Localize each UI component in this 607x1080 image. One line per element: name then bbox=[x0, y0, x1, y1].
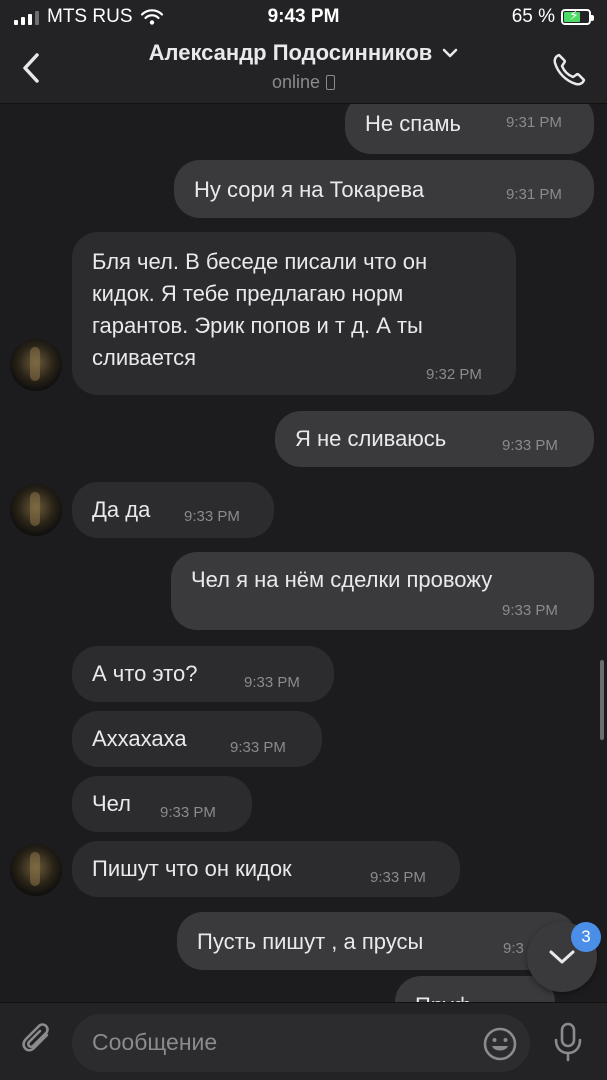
message-bubble[interactable]: А что это? 9:33 PM bbox=[72, 646, 334, 702]
message-text: Ну сори я на Токарева bbox=[194, 177, 425, 202]
message-bubble[interactable]: Ну сори я на Токарева 9:31 PM bbox=[174, 160, 594, 218]
phone-icon bbox=[553, 53, 586, 86]
message-list[interactable]: Не спамь 9:31 PM Ну сори я на Токарева 9… bbox=[0, 104, 607, 1002]
message-bubble[interactable]: Чел я на нём сделки провожу 9:33 PM bbox=[171, 552, 594, 630]
status-bar: MTS RUS 9:43 PM 65 % ⚡ bbox=[0, 0, 607, 34]
message-text: Я не сливаюсь bbox=[295, 426, 447, 451]
call-button[interactable] bbox=[549, 50, 589, 90]
attach-button[interactable] bbox=[18, 1021, 58, 1061]
message-time: 9:33 PM bbox=[160, 804, 216, 821]
message-time: 9:33 PM bbox=[230, 739, 286, 756]
chevron-down-icon bbox=[549, 950, 575, 964]
message-input-field[interactable] bbox=[72, 1014, 530, 1072]
message-time: 9:33 PM bbox=[244, 674, 300, 691]
message-time: 9:31 PM bbox=[506, 186, 562, 203]
composer-bar bbox=[0, 1002, 607, 1080]
message-bubble[interactable]: Аххахаха 9:33 PM bbox=[72, 711, 322, 767]
scrollbar[interactable] bbox=[600, 660, 604, 740]
back-button[interactable] bbox=[14, 48, 48, 88]
message-bubble[interactable]: Я не сливаюсь 9:33 PM bbox=[275, 411, 594, 467]
chat-screen: MTS RUS 9:43 PM 65 % ⚡ Александр Подосин bbox=[0, 0, 607, 1080]
message-time: 9:31 PM bbox=[506, 114, 562, 131]
emoji-button[interactable] bbox=[482, 1026, 518, 1062]
online-status: online bbox=[271, 72, 321, 92]
chat-header: Александр Подосинников online bbox=[0, 34, 607, 104]
message-text: Бля чел. В беседе писали что он кидок. Я… bbox=[92, 249, 428, 370]
avatar[interactable] bbox=[10, 339, 62, 391]
smiley-icon bbox=[483, 1027, 517, 1061]
message-time: 9:33 PM bbox=[502, 602, 558, 619]
message-text: Да да bbox=[92, 497, 151, 522]
unread-count-badge: 3 bbox=[571, 922, 601, 952]
microphone-icon bbox=[554, 1022, 582, 1062]
charging-bolt-icon: ⚡ bbox=[569, 7, 579, 23]
message-bubble[interactable]: Пруф bbox=[395, 976, 555, 1002]
message-bubble[interactable]: Не спамь 9:31 PM bbox=[345, 104, 594, 154]
chat-title[interactable]: Александр Подосинников online bbox=[60, 40, 547, 93]
voice-message-button[interactable] bbox=[548, 1021, 588, 1063]
battery-icon: ⚡ bbox=[561, 7, 594, 25]
mobile-device-icon bbox=[326, 75, 336, 90]
message-text: Пишут что он кидок bbox=[92, 856, 292, 881]
message-time: 9:32 PM bbox=[426, 366, 482, 383]
message-text: Пусть пишут , а прусы bbox=[197, 929, 424, 954]
chevron-down-icon bbox=[443, 48, 458, 58]
message-text: Чел я на нём сделки провожу bbox=[191, 567, 493, 592]
paperclip-icon bbox=[22, 1023, 49, 1052]
message-bubble[interactable]: Пусть пишут , а прусы 9:3 bbox=[177, 912, 577, 970]
message-text: Пруф bbox=[415, 990, 472, 1002]
message-bubble[interactable]: Чел 9:33 PM bbox=[72, 776, 252, 832]
message-bubble[interactable]: Пишут что он кидок 9:33 PM bbox=[72, 841, 460, 897]
contact-name: Александр Подосинников bbox=[148, 40, 433, 65]
message-time: 9:33 PM bbox=[502, 437, 558, 454]
message-text: А что это? bbox=[92, 661, 198, 686]
avatar[interactable] bbox=[10, 484, 62, 536]
message-text: Не спамь bbox=[365, 111, 461, 136]
chevron-left-icon bbox=[23, 53, 39, 83]
avatar[interactable] bbox=[10, 844, 62, 896]
battery-percent: 65 % bbox=[511, 6, 555, 27]
message-time: 9:33 PM bbox=[370, 869, 426, 886]
message-time: 9:3 bbox=[503, 940, 524, 957]
message-text: Чел bbox=[92, 791, 132, 816]
message-input[interactable] bbox=[92, 1022, 472, 1062]
message-time: 9:33 PM bbox=[184, 508, 240, 525]
message-bubble[interactable]: Бля чел. В беседе писали что он кидок. Я… bbox=[72, 232, 516, 395]
message-bubble[interactable]: Да да 9:33 PM bbox=[72, 482, 274, 538]
message-text: Аххахаха bbox=[92, 726, 187, 751]
